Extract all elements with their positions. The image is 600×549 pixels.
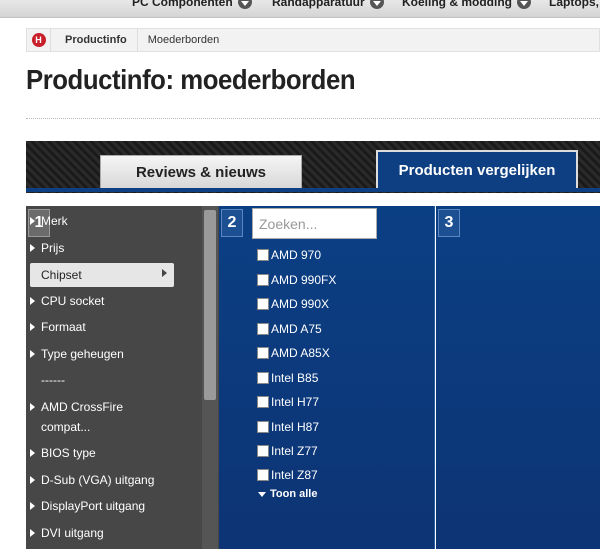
checkbox[interactable] [257,469,269,481]
category-item-formaat[interactable]: Formaat [30,317,174,337]
category-item-chipset[interactable]: Chipset [30,263,174,287]
breadcrumb-current: Moederborden [147,34,220,46]
caret-down-icon [258,491,266,497]
checkbox[interactable] [257,274,269,286]
step-number-3: 3 [438,209,460,237]
page-title: Productinfo: moederborden [26,64,356,95]
chevron-down-icon [517,0,531,9]
category-item-dsub-vga[interactable]: D-Sub (VGA) uitgang [30,470,174,490]
checkbox[interactable] [257,445,269,457]
option-amd-a75[interactable]: AMD A75 [257,322,322,336]
checkbox[interactable] [257,323,269,335]
results-column: 3 [436,206,600,549]
category-item-displayport[interactable]: DisplayPort uitgang [30,496,174,516]
category-separator: ------ [41,373,65,387]
category-item-bios-type[interactable]: BIOS type [30,443,174,463]
option-amd-a85x[interactable]: AMD A85X [257,346,330,360]
category-item-prijs[interactable]: Prijs [30,238,174,258]
option-label: Intel Z77 [271,444,318,458]
breadcrumb-productinfo[interactable]: Productinfo [51,29,138,51]
tab-reviews-nieuws[interactable]: Reviews & nieuws [100,155,302,188]
option-intel-z77[interactable]: Intel Z77 [257,444,318,458]
category-item-type-geheugen[interactable]: Type geheugen [30,344,174,364]
checkbox[interactable] [257,249,269,261]
top-navigation: PC Componenten Randapparatuur Koeling & … [0,0,600,18]
option-label: AMD 990FX [271,273,337,287]
nav-item-laptops[interactable]: Laptops, [549,0,599,9]
option-label: Intel H87 [271,420,320,434]
category-scrollbar[interactable] [202,206,218,549]
tab-bar-underline [26,188,600,192]
option-intel-h77[interactable]: Intel H77 [257,395,319,409]
option-label: AMD 970 [271,248,322,262]
tab-producten-vergelijken[interactable]: Producten vergelijken [376,150,578,188]
checkbox[interactable] [257,298,269,310]
nav-item-pc-componenten[interactable]: PC Componenten [132,0,252,9]
option-amd-970[interactable]: AMD 970 [257,248,321,262]
category-item-amd-crossfire[interactable]: AMD CrossFire compat... [30,397,140,437]
breadcrumb-home[interactable]: H [27,29,51,51]
option-amd-990fx[interactable]: AMD 990FX [257,273,336,287]
nav-item-label: Laptops, [549,0,599,9]
option-intel-z87[interactable]: Intel Z87 [257,468,318,482]
category-item-cpu-socket[interactable]: CPU socket [30,291,174,311]
option-label: AMD 990X [271,297,330,311]
filter-options-column: 2 [219,206,435,549]
category-item-dvi[interactable]: DVI uitgang [30,523,174,543]
nav-item-label: PC Componenten [132,0,233,9]
option-label: AMD A85X [271,346,330,360]
checkbox[interactable] [257,347,269,359]
scrollbar-thumb[interactable] [204,210,216,400]
show-all-label: Toon alle [270,488,318,500]
nav-item-label: Randapparatuur [272,0,365,9]
search-input[interactable] [252,208,377,239]
hardware-info-logo-icon: H [31,33,46,47]
divider [26,118,600,119]
option-label: Intel Z87 [271,468,318,482]
checkbox[interactable] [257,372,269,384]
option-intel-b85[interactable]: Intel B85 [257,371,318,385]
checkbox[interactable] [257,396,269,408]
nav-item-koeling-modding[interactable]: Koeling & modding [402,0,531,9]
breadcrumb: H Productinfo Moederborden [26,28,600,52]
option-intel-h87[interactable]: Intel H87 [257,420,319,434]
nav-item-randapparatuur[interactable]: Randapparatuur [272,0,384,9]
option-label: Intel B85 [271,371,319,385]
option-amd-990x[interactable]: AMD 990X [257,297,329,311]
step-number-2: 2 [221,209,243,237]
chevron-down-icon [369,0,384,9]
option-label: AMD A75 [271,322,322,336]
option-label: Intel H77 [271,395,320,409]
nav-item-label: Koeling & modding [402,0,512,9]
show-all-link[interactable]: Toon alle [258,488,317,500]
checkbox[interactable] [257,421,269,433]
category-item-merk[interactable]: Merk [30,211,174,231]
chevron-down-icon [237,0,252,9]
